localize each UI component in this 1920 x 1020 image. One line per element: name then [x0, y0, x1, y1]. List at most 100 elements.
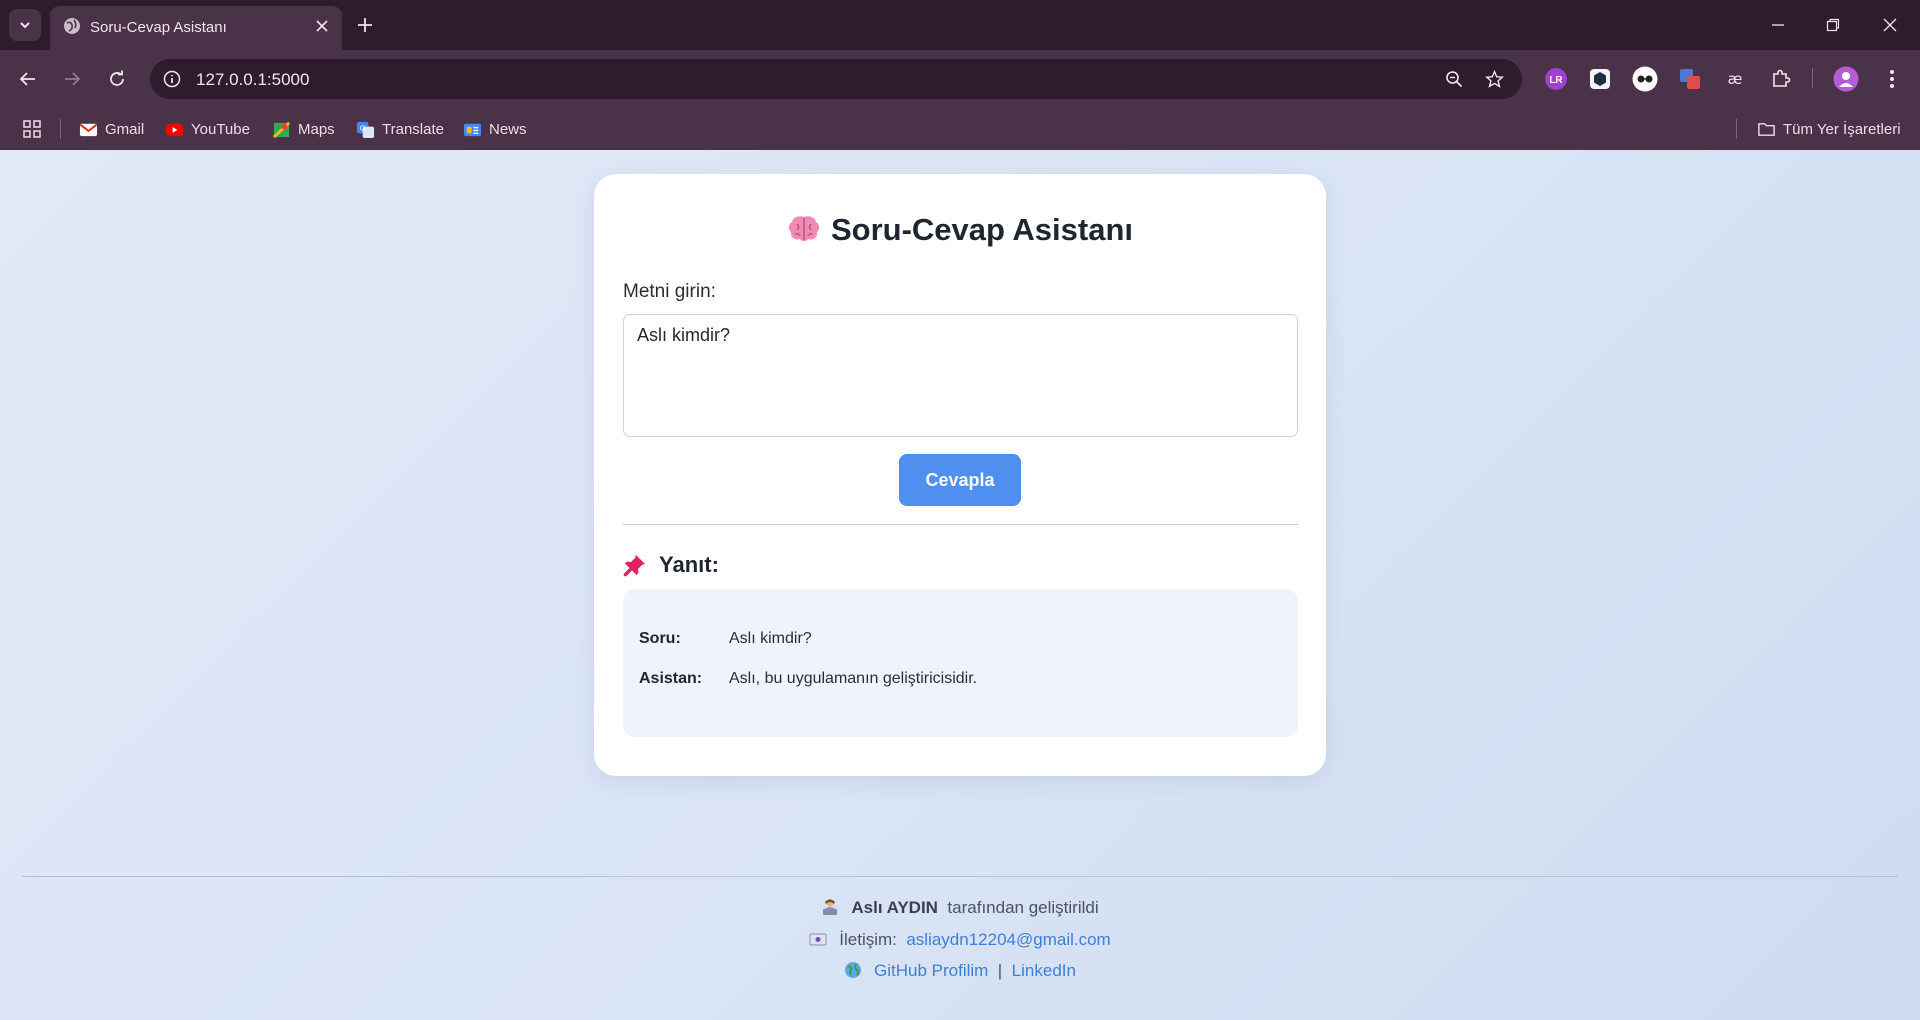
answer-heading: Yanıt: — [623, 552, 719, 578]
mail-icon — [809, 933, 827, 946]
zoom-button[interactable] — [1442, 67, 1466, 91]
answer-box: Soru: Aslı kimdir? Asistan: Aslı, bu uygul… — [623, 589, 1298, 737]
contact-label: İletişim: — [839, 930, 897, 949]
ae-ligature-icon: æ — [1728, 70, 1743, 88]
youtube-icon — [165, 123, 184, 136]
maps-icon — [272, 121, 291, 138]
answer-value: Aslı, bu uygulamanın geliştiricisidir. — [729, 670, 978, 687]
qa-question-row: Soru: Aslı kimdir? — [639, 630, 812, 648]
forward-button[interactable] — [57, 64, 87, 94]
question-value: Aslı kimdir? — [729, 630, 812, 647]
bookmark-maps[interactable]: Maps — [272, 116, 335, 142]
svg-text:LR: LR — [1549, 75, 1563, 86]
linkedin-link[interactable]: LinkedIn — [1012, 961, 1076, 980]
avatar-icon — [1833, 66, 1859, 92]
email-link[interactable]: asliaydn12204@gmail.com — [906, 930, 1110, 949]
extensions-menu-button[interactable] — [1767, 65, 1795, 93]
folder-icon — [1758, 122, 1775, 136]
close-window-button[interactable] — [1875, 10, 1905, 40]
restore-icon — [1826, 18, 1840, 32]
address-bar[interactable]: 127.0.0.1:5000 — [150, 59, 1522, 99]
bookmark-translate[interactable]: G Translate — [356, 116, 444, 142]
person-laptop-icon — [823, 899, 838, 915]
link-separator: | — [997, 961, 1003, 980]
brain-icon — [788, 216, 820, 242]
news-icon — [463, 123, 482, 136]
arrow-right-icon — [65, 72, 81, 86]
qa-answer-row: Asistan: Aslı, bu uygulamanın geliştirici… — [639, 670, 977, 688]
tab-close-button[interactable] — [310, 14, 334, 38]
apps-button[interactable] — [20, 117, 44, 141]
puzzle-icon — [1773, 69, 1791, 87]
reload-button[interactable] — [102, 64, 132, 94]
github-link[interactable]: GitHub Profilim — [874, 961, 988, 980]
extension-face-button[interactable] — [1631, 65, 1659, 93]
author-suffix: tarafından geliştirildi — [947, 898, 1099, 917]
all-bookmarks-button[interactable]: Tüm Yer İşaretleri — [1757, 116, 1901, 142]
answer-heading-text: Yanıt: — [659, 552, 719, 577]
footer-author-row: Aslı AYDIN tarafından geliştirildi — [0, 898, 1920, 918]
extension-shield-button[interactable] — [1586, 65, 1614, 93]
close-icon — [1883, 18, 1897, 32]
bookmark-label: Gmail — [105, 120, 145, 138]
back-button[interactable] — [13, 64, 43, 94]
bookmark-label: Maps — [298, 120, 335, 138]
apps-grid-icon — [23, 120, 41, 138]
tab-strip: Soru-Cevap Asistanı — [0, 0, 1920, 50]
input-label: Metni girin: — [623, 281, 716, 302]
footer-divider — [22, 876, 1898, 877]
site-info-button[interactable] — [160, 67, 184, 91]
tab-title: Soru-Cevap Asistanı — [90, 19, 227, 36]
extension-lr-button[interactable]: LR — [1542, 65, 1570, 93]
qa-card: Soru-Cevap Asistanı Metni girin: Aslı ki… — [594, 174, 1326, 776]
bookmark-gmail[interactable]: Gmail — [79, 116, 144, 142]
globe-icon — [64, 18, 80, 34]
bookmarks-bar: Gmail YouTube Maps G Translate News Tüm … — [0, 108, 1920, 150]
url-text: 127.0.0.1:5000 — [196, 70, 310, 89]
bookmark-separator — [60, 119, 61, 139]
question-input[interactable]: Aslı kimdir? — [623, 314, 1298, 437]
bookmark-star-button[interactable] — [1482, 67, 1506, 91]
page-viewport: Soru-Cevap Asistanı Metni girin: Aslı ki… — [0, 150, 1920, 1020]
new-tab-button[interactable] — [352, 12, 378, 38]
flag-extension-icon — [1680, 69, 1700, 89]
plus-icon — [358, 18, 372, 32]
bookmark-news[interactable]: News — [463, 116, 527, 142]
info-icon — [163, 70, 181, 88]
minimize-button[interactable] — [1763, 10, 1793, 40]
chevron-down-icon — [20, 22, 30, 29]
title-text: Soru-Cevap Asistanı — [830, 212, 1134, 247]
gmail-icon — [79, 123, 98, 136]
bookmark-separator — [1736, 119, 1737, 139]
bookmark-youtube[interactable]: YouTube — [165, 116, 250, 142]
hexagon-extension-icon — [1590, 69, 1610, 89]
bookmark-label: News — [489, 120, 527, 138]
tab-search-button[interactable] — [9, 9, 41, 41]
page-title: Soru-Cevap Asistanı — [594, 212, 1326, 248]
translate-icon: G — [356, 121, 375, 138]
answer-button[interactable]: Cevapla — [899, 454, 1021, 506]
bookmark-label: YouTube — [191, 120, 250, 138]
active-tab[interactable]: Soru-Cevap Asistanı — [50, 6, 342, 50]
restore-button[interactable] — [1818, 10, 1848, 40]
pin-icon — [623, 555, 645, 577]
browser-menu-button[interactable] — [1878, 65, 1906, 93]
extension-ae-button[interactable]: æ — [1721, 65, 1749, 93]
answer-key: Asistan: — [639, 670, 703, 687]
divider — [623, 524, 1298, 525]
bookmark-label: Translate — [382, 120, 444, 138]
zoom-out-icon — [1446, 71, 1463, 88]
svg-text:G: G — [360, 123, 366, 132]
globe-icon — [845, 962, 862, 978]
all-bookmarks-label: Tüm Yer İşaretleri — [1783, 120, 1901, 138]
close-icon — [316, 20, 328, 32]
question-key: Soru: — [639, 630, 681, 647]
glasses-face-extension-icon — [1632, 66, 1658, 92]
footer-contact-row: İletişim: asliaydn12204@gmail.com — [0, 930, 1920, 950]
extension-translate-button[interactable] — [1676, 65, 1704, 93]
toolbar-separator — [1812, 68, 1813, 88]
author-name: Aslı AYDIN — [851, 898, 938, 917]
profile-button[interactable] — [1832, 65, 1860, 93]
lr-extension-icon: LR — [1545, 68, 1567, 90]
more-vertical-icon — [1890, 70, 1894, 88]
